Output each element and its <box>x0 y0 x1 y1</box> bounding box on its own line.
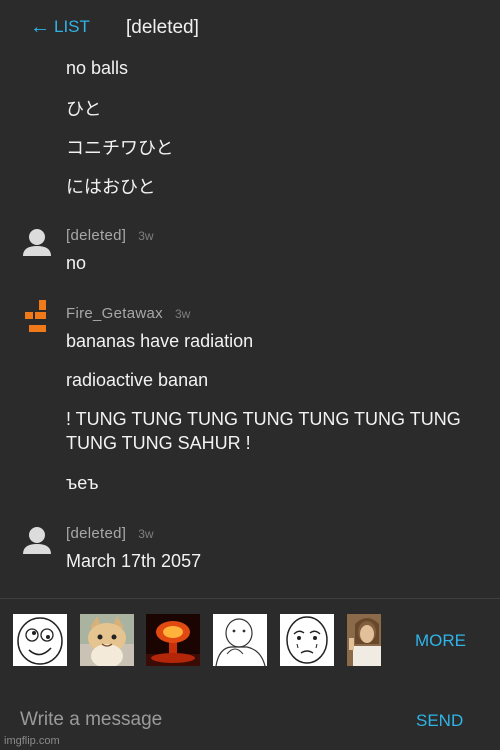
comment-text: ! TUNG TUNG TUNG TUNG TUNG TUNG TUNG TUN… <box>66 409 461 453</box>
message-line: コニチワひと <box>66 138 174 158</box>
back-label: LIST <box>54 17 90 36</box>
message-input[interactable] <box>18 705 392 735</box>
comment-time: 3w <box>174 307 191 321</box>
message-line: no balls <box>66 58 129 78</box>
sketch-meme[interactable] <box>213 614 267 666</box>
message-feed[interactable]: no balls ひと コニチワひと にはおひと [deleted] 3w no … <box>0 0 500 598</box>
comment-text: bananas have radiation <box>66 331 254 351</box>
user-avatar-icon[interactable] <box>22 300 52 332</box>
arrow-left-icon: ← <box>30 16 50 38</box>
comment-time: 3w <box>138 527 154 541</box>
comment-header: Fire_Getawax 3w <box>66 305 190 322</box>
comment-time: 3w <box>138 229 154 243</box>
comment-header: [deleted] 3w <box>66 525 154 542</box>
compose-bar: SEND <box>0 681 500 750</box>
username-link[interactable]: Fire_Getawax <box>66 305 163 322</box>
username-link[interactable]: [deleted] <box>66 227 126 244</box>
username-link[interactable]: [deleted] <box>66 525 126 542</box>
comment-text: ъеъ <box>66 473 99 493</box>
jesus-meme[interactable] <box>347 614 381 666</box>
cat-meme[interactable] <box>80 614 134 666</box>
message-line: にはおひと <box>66 177 156 197</box>
more-memes-button[interactable]: MORE <box>415 631 466 651</box>
watermark: imgflip.com <box>4 735 60 747</box>
meme-picker: MORE <box>0 598 500 682</box>
page-title: [deleted] <box>126 17 199 38</box>
send-button[interactable]: SEND <box>416 711 463 731</box>
explosion-meme[interactable] <box>146 614 200 666</box>
comment-text: radioactive banan <box>66 370 209 390</box>
back-to-list-button[interactable]: ← LIST <box>30 17 90 37</box>
comment-text: March 17th 2057 <box>66 551 202 571</box>
derp-face-meme[interactable] <box>13 614 67 666</box>
top-bar: ← LIST [deleted] <box>0 0 500 56</box>
user-avatar-icon[interactable] <box>22 525 52 555</box>
message-line: ひと <box>66 99 102 119</box>
user-avatar-icon[interactable] <box>22 227 52 257</box>
comment-header: [deleted] 3w <box>66 227 154 244</box>
comment-text: no <box>66 253 87 273</box>
okay-face-meme[interactable] <box>280 614 334 666</box>
